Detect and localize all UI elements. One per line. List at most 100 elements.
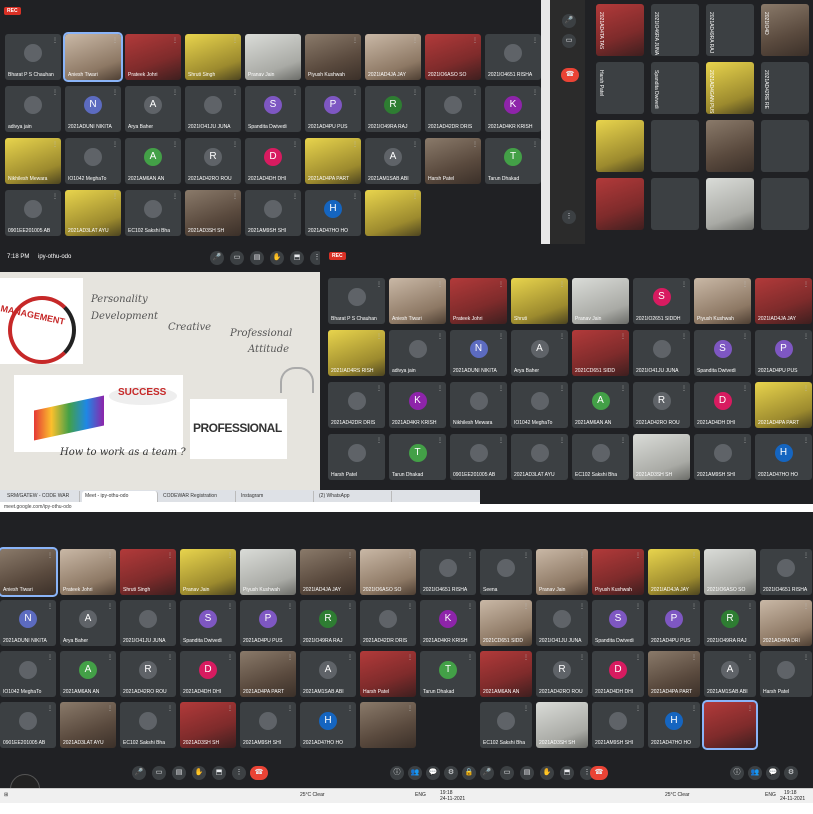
participant-tile[interactable]: A ⋮ 2021AM1SAB ABI <box>365 138 421 184</box>
participant-tile[interactable]: T ⋮ Tarun Dhakad <box>485 138 541 184</box>
participant-tile[interactable] <box>596 178 644 230</box>
participant-tile[interactable]: ⋮ 2021IO41JU JUNA <box>633 330 690 376</box>
participant-tile[interactable]: ⋮ Piyush Kushwah <box>240 549 296 595</box>
participant-tile[interactable]: ⋮ 2021IO6ASO SO <box>360 549 416 595</box>
participant-tile[interactable]: D ⋮ 2021AD4DH DHI <box>245 138 301 184</box>
participant-tile[interactable]: ⋮ 2021IAD4JA JAY <box>648 549 700 595</box>
participant-tile[interactable]: N ⋮ 2021ADUNI NIKITA <box>0 600 56 646</box>
participant-tile[interactable]: R ⋮ 2021AD42RO ROU <box>536 651 588 697</box>
participant-tile[interactable]: ⋮ 2021IO41JU JUNA <box>536 600 588 646</box>
participant-tile[interactable]: ⋮ Shruti Singh <box>185 34 241 80</box>
avatar[interactable] <box>10 774 40 788</box>
participant-tile[interactable]: ⋮ EC102 Sakshi Bha <box>125 190 181 236</box>
participant-tile[interactable]: 2021AD4GAN PUS <box>706 62 754 114</box>
participant-tile[interactable]: ⋮ 2021CD651 SIDD <box>572 330 629 376</box>
participant-tile[interactable]: ⋮ Piyush Kushwah <box>694 278 751 324</box>
participant-tile[interactable]: ⋮ EC102 Sakshi Bha <box>480 702 532 748</box>
activities-icon[interactable]: ⚙ <box>444 766 458 780</box>
people-icon[interactable]: 👥 <box>408 766 422 780</box>
raise-hand-icon[interactable]: ✋ <box>192 766 206 780</box>
participant-tile[interactable]: ⋮ Harsh Patel <box>360 651 416 697</box>
participant-tile[interactable]: ⋮ 2021IAD4JA JAY <box>365 34 421 80</box>
participant-tile[interactable]: ⋮ 2021AD4PA PART <box>240 651 296 697</box>
participant-tile[interactable] <box>761 120 809 172</box>
participant-tile[interactable]: H ⋮ 2021AD47HO HO <box>305 190 361 236</box>
participant-tile[interactable]: K ⋮ 2021AD4KR KRISH <box>485 86 541 132</box>
participant-tile[interactable]: T ⋮ Tarun Dhakad <box>389 434 446 480</box>
participant-tile[interactable]: ⋮ Harsh Patel <box>328 434 385 480</box>
participant-tile[interactable]: 2021IO4D <box>761 4 809 56</box>
participant-tile[interactable]: A ⋮ 2021AM1SAB ABI <box>300 651 356 697</box>
participant-tile[interactable]: S ⋮ Spandita Dwivedi <box>245 86 301 132</box>
browser-tab[interactable]: (2) WhatsApp <box>316 491 392 502</box>
participant-tile[interactable]: ⋮ 2021IO4651 RISHA <box>485 34 541 80</box>
participant-tile[interactable]: ⋮ Bharat P S Chauhan <box>5 34 61 80</box>
participant-tile[interactable]: 2021AD42RE RE <box>761 62 809 114</box>
participant-tile[interactable]: ⋮ 2021AD4PA PART <box>755 382 812 428</box>
participant-tile[interactable]: ⋮ adivya jain <box>389 330 446 376</box>
participant-tile[interactable]: ⋮ Piyush Kushwah <box>592 549 644 595</box>
participant-tile[interactable]: H ⋮ 2021AD47HO HO <box>755 434 812 480</box>
participant-tile[interactable]: ⋮ Prateek Johri <box>450 278 507 324</box>
participant-tile[interactable]: ⋮ 2021IO4651 RISHA <box>420 549 476 595</box>
participant-tile[interactable]: H ⋮ 2021AD47HO HO <box>648 702 700 748</box>
participant-tile[interactable]: K ⋮ 2021AD4KR KRISH <box>420 600 476 646</box>
participant-tile[interactable]: K ⋮ 2021AD4KR KRISH <box>389 382 446 428</box>
participant-tile[interactable]: ⋮ Aniesh Tiwari <box>63 32 123 82</box>
participant-tile[interactable]: ⋮ 2021IO6ASO SO <box>425 34 481 80</box>
participant-tile[interactable]: R ⋮ 2021IO49RA RAJ <box>704 600 756 646</box>
participant-tile[interactable]: ⋮ 2021AD3SH SH <box>633 434 690 480</box>
participant-tile[interactable] <box>651 178 699 230</box>
participant-tile[interactable]: ⋮ Aniesh Tiwari <box>389 278 446 324</box>
participant-tile[interactable]: A ⋮ 2021AM1SAB ABI <box>704 651 756 697</box>
participant-tile[interactable]: ⋮ 2021AD3LAT AYU <box>511 434 568 480</box>
camera-icon[interactable]: ▭ <box>152 766 166 780</box>
participant-tile[interactable]: ⋮ <box>365 190 421 236</box>
chat-icon[interactable]: 💬 <box>766 766 780 780</box>
participant-tile[interactable]: ⋮ Pranav Jain <box>536 549 588 595</box>
participant-tile[interactable]: ⋮ 2021IAD4RS RISH <box>328 330 385 376</box>
participant-tile[interactable]: ⋮ 2021AM6AN AN <box>480 651 532 697</box>
participant-tile[interactable]: ⋮ IO1042 MeghaTo <box>511 382 568 428</box>
participant-tile[interactable] <box>761 178 809 230</box>
mic-icon[interactable]: 🎤 <box>210 251 224 265</box>
participant-tile[interactable]: ⋮ Shruti Singh <box>120 549 176 595</box>
participant-tile[interactable]: ⋮ Aniesh Tiwari <box>0 547 58 597</box>
participant-tile[interactable]: ⋮ Pranav Jain <box>180 549 236 595</box>
participant-tile[interactable]: ⋮ Piyush Kushwah <box>305 34 361 80</box>
end-call-button[interactable]: ☎ <box>561 68 579 82</box>
participant-tile[interactable]: ⋮ Pranav Jain <box>245 34 301 80</box>
participant-tile[interactable]: ⋮ 2021AD4PA PART <box>305 138 361 184</box>
participant-tile[interactable]: ⋮ <box>360 702 416 748</box>
more-icon[interactable]: ⋮ <box>562 210 576 224</box>
participant-tile[interactable]: ⋮ 2021IO41JU JUNA <box>120 600 176 646</box>
participant-tile[interactable]: ⋮ Pranav Jain <box>572 278 629 324</box>
participant-tile[interactable]: 2021AD4TA TAS <box>596 4 644 56</box>
participant-tile[interactable]: ⋮ adivya jain <box>5 86 61 132</box>
end-call-button[interactable]: ☎ <box>590 766 608 780</box>
participant-tile[interactable]: A ⋮ Arya Baher <box>125 86 181 132</box>
participant-tile[interactable]: ⋮ 2021AD4PA PART <box>648 651 700 697</box>
info-icon[interactable]: ⓘ <box>730 766 744 780</box>
participant-tile[interactable]: ⋮ Nikhilesh Mewara <box>5 138 61 184</box>
participant-tile[interactable]: ⋮ Harsh Patel <box>760 651 812 697</box>
participant-tile[interactable]: ⋮ Prateek Johri <box>125 34 181 80</box>
participant-tile[interactable]: ⋮ Nikhilesh Mewara <box>450 382 507 428</box>
participant-tile[interactable]: R ⋮ 2021IO49RA RAJ <box>365 86 421 132</box>
participant-tile[interactable]: R ⋮ 2021AD42RO ROU <box>185 138 241 184</box>
participant-tile[interactable]: P ⋮ 2021AD4PU PUS <box>648 600 700 646</box>
present-icon[interactable]: ⬒ <box>212 766 226 780</box>
participant-tile[interactable]: D ⋮ 2021AD4DH DHI <box>694 382 751 428</box>
participant-tile[interactable]: P ⋮ 2021AD4PU PUS <box>240 600 296 646</box>
address-bar[interactable]: meet.google.com/ipy-othu-odo <box>0 502 480 512</box>
participant-tile[interactable]: ⋮ 2021IAD4JA JAY <box>755 278 812 324</box>
participant-tile[interactable]: N ⋮ 2021ADUNI NIKITA <box>65 86 121 132</box>
participant-tile[interactable]: 2021IO46RA JUNA <box>651 4 699 56</box>
participant-tile[interactable]: H ⋮ 2021AD47HO HO <box>300 702 356 748</box>
more-icon[interactable]: ⋮ <box>232 766 246 780</box>
participant-tile[interactable] <box>596 120 644 172</box>
participant-tile[interactable]: ⋮ 2021AD3SH SH <box>185 190 241 236</box>
participant-tile[interactable]: ⋮ Harsh Patel <box>425 138 481 184</box>
participant-tile[interactable]: ⋮ Shruti <box>511 278 568 324</box>
participant-tile[interactable] <box>706 120 754 172</box>
